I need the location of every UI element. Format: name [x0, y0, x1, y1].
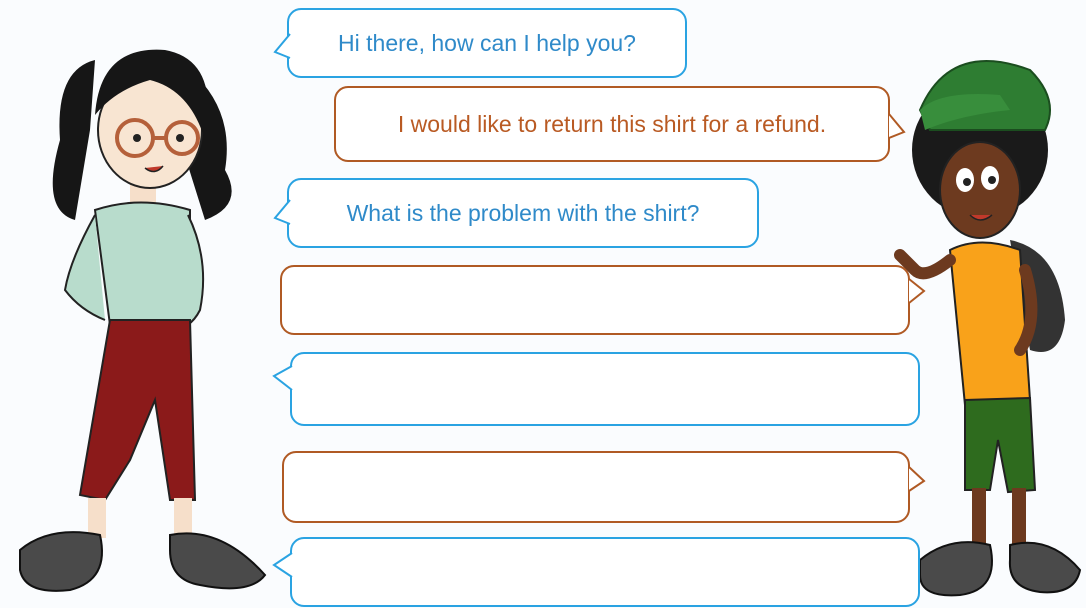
bubble-text: I would like to return this shirt for a … — [397, 110, 827, 137]
bubble-text: What is the problem with the shirt? — [346, 199, 700, 226]
bubble-tail — [908, 278, 926, 304]
speech-bubble-assistant: What is the problem with the shirt? — [273, 178, 759, 248]
speech-bubble-assistant — [272, 537, 920, 607]
bubble-tail — [272, 552, 293, 578]
speech-bubble-customer — [280, 265, 926, 335]
bubble-tail — [272, 365, 293, 391]
customer-illustration — [894, 60, 1082, 597]
bubble-tail — [888, 113, 906, 139]
bubble-tail — [908, 466, 926, 492]
bubble-tail — [273, 33, 291, 59]
shop-assistant-illustration — [19, 49, 267, 592]
speech-bubble-customer: I would like to return this shirt for a … — [334, 86, 906, 162]
bubble-text: Hi there, how can I help you? — [338, 29, 636, 56]
speech-bubble-assistant — [272, 352, 920, 426]
bubble-tail — [273, 199, 291, 225]
speech-bubble-customer — [282, 451, 926, 523]
speech-bubble-assistant: Hi there, how can I help you? — [273, 8, 687, 78]
